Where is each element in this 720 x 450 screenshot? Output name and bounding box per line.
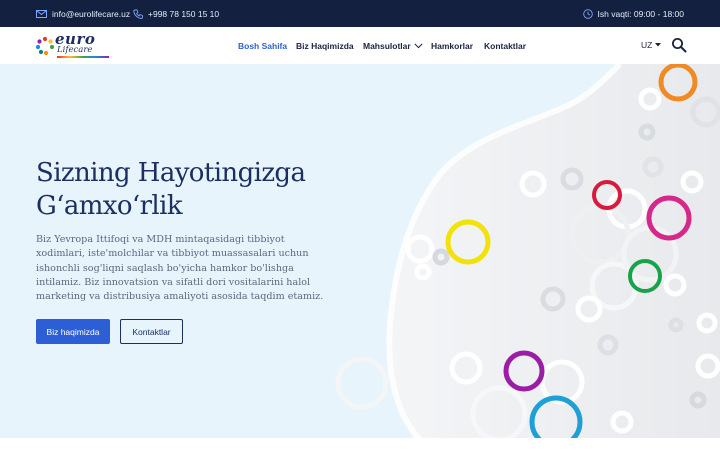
hero-title-line2: G‘amxo‘rlik [36,191,183,221]
site-logo[interactable]: euro Lifecare [35,30,110,59]
search-icon[interactable] [671,37,687,53]
phone-icon [133,9,143,19]
nav-item-home[interactable]: Bosh Sahifa [238,41,287,51]
nav-item-partners[interactable]: Hamkorlar [431,41,473,51]
hero-title-line1: Sizning Hayotingizga [36,158,306,188]
nav-item-products[interactable]: Mahsulotlar [363,41,423,51]
nav-item-products-label: Mahsulotlar [363,41,411,51]
nav-item-contacts[interactable]: Kontaktlar [484,41,526,51]
contacts-button[interactable]: Kontaktlar [120,319,183,344]
caret-down-icon [655,43,662,47]
topbar-phone-text: +998 78 150 15 10 [148,8,220,19]
topbar-hours-text: Ish vaqti: 09:00 - 18:00 [597,8,684,19]
nav-item-about[interactable]: Biz Haqimizda [296,41,354,51]
logo-underline [57,56,109,58]
site-header: euro Lifecare Bosh Sahifa Biz Haqimizda … [0,27,720,64]
clock-icon [582,8,593,19]
hero-title: Sizning Hayotingizga G‘amxo‘rlik [36,157,366,223]
logo-dots-icon [35,36,55,56]
hero-description: Biz Yevropa Ittifoqi va MDH mintaqasidag… [36,234,324,303]
topbar-phone[interactable]: +998 78 150 15 10 [133,0,219,27]
section-divider [0,438,720,450]
chevron-down-icon [414,43,423,49]
about-us-button[interactable]: Biz haqimizda [36,319,110,344]
topbar-email-text: info@eurolifecare.uz [52,8,131,19]
language-selector[interactable]: UZ [641,40,662,50]
language-label: UZ [641,40,653,50]
topbar-hours: Ish vaqti: 09:00 - 18:00 [582,0,684,27]
logo-text-lifecare: Lifecare [57,45,93,55]
top-bar: info@eurolifecare.uz +998 78 150 15 10 I… [0,0,720,27]
mail-icon [36,9,47,18]
topbar-email[interactable]: info@eurolifecare.uz [36,0,130,27]
